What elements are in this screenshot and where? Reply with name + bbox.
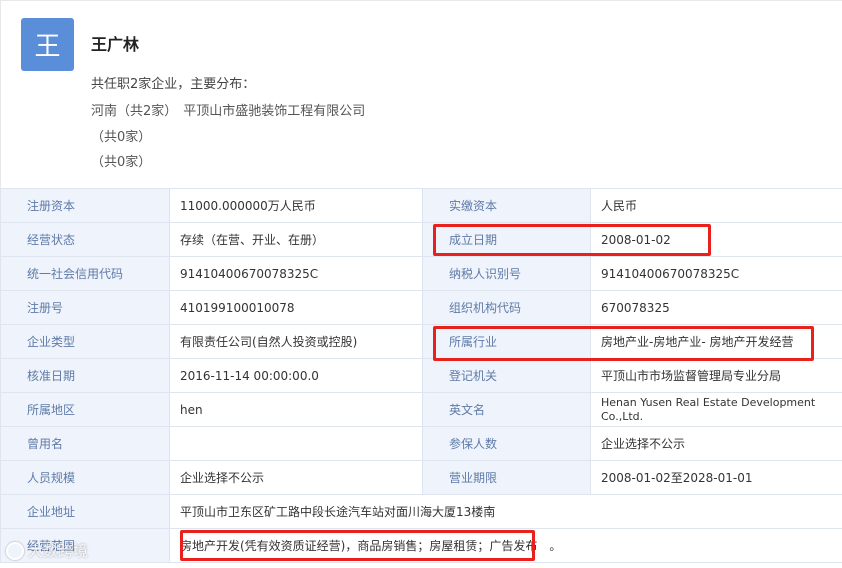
table-row: 曾用名 参保人数 企业选择不公示	[0, 426, 842, 461]
table-row: 核准日期 2016-11-14 00:00:00.0 登记机关 平顶山市市场监督管理局…	[0, 358, 842, 393]
highlight-box-establish-date	[433, 224, 711, 256]
field-value: 有限责任公司(自然人投资或控股)	[169, 324, 423, 359]
company-info-table: 注册资本 11000.000000万人民币 实缴资本 人民币 经营状态 存续（在营、开业、…	[0, 188, 842, 563]
field-value: 平顶山市市场监督管理局专业分局	[590, 358, 842, 393]
scope-tail: 。	[549, 539, 562, 553]
region-item: （共0家）	[91, 126, 151, 145]
field-label: 经营状态	[0, 222, 170, 257]
field-label: 英文名	[422, 392, 591, 427]
address-label: 企业地址	[0, 494, 170, 529]
field-value: 91410400670078325C	[590, 256, 842, 291]
person-summary: 共任职2家企业，主要分布：	[91, 77, 256, 92]
field-value	[169, 426, 423, 461]
field-label: 企业类型	[0, 324, 170, 359]
field-value: 人民币	[590, 188, 842, 223]
watermark-text: 大数跨境	[28, 542, 89, 560]
region-name: （共0家）	[91, 130, 152, 145]
region-name: （共0家）	[91, 155, 152, 170]
field-value: 存续（在营、开业、在册）	[169, 222, 423, 257]
table-row: 人员规模 企业选择不公示 营业期限 2008-01-02至2028-01-01	[0, 460, 842, 495]
field-label: 参保人数	[422, 426, 591, 461]
table-row: 统一社会信用代码 91410400670078325C 纳税人识别号 91410400…	[0, 256, 842, 291]
table-row: 企业地址 平顶山市卫东区矿工路中段长途汽车站对面川海大厦13楼南	[0, 494, 842, 529]
field-label: 纳税人识别号	[422, 256, 591, 291]
avatar: 王	[21, 18, 74, 71]
company-link[interactable]: 平顶山市盛驰装饰工程有限公司	[183, 104, 365, 119]
watermark: 大数跨境	[6, 540, 88, 561]
field-label: 统一社会信用代码	[0, 256, 170, 291]
field-label: 营业期限	[422, 460, 591, 495]
person-card: 王 王广林 共任职2家企业，主要分布： 河南（共2家） 平顶山市盛驰装饰工程有限公…	[0, 0, 842, 190]
highlight-box-industry	[433, 326, 814, 361]
field-value: Henan Yusen Real Estate Development Co.,…	[590, 392, 842, 427]
field-label: 所属地区	[0, 392, 170, 427]
table-row: 注册资本 11000.000000万人民币 实缴资本 人民币	[0, 188, 842, 223]
field-label: 实缴资本	[422, 188, 591, 223]
field-value: 2008-01-02至2028-01-01	[590, 460, 842, 495]
field-value: hen	[169, 392, 423, 427]
field-value: 91410400670078325C	[169, 256, 423, 291]
region-item: （共0家）	[91, 151, 151, 170]
field-label: 曾用名	[0, 426, 170, 461]
field-label: 核准日期	[0, 358, 170, 393]
region-item: 河南（共2家） 平顶山市盛驰装饰工程有限公司	[91, 100, 365, 119]
region-name: 河南（共2家）	[91, 104, 178, 119]
field-label: 注册资本	[0, 188, 170, 223]
field-value: 企业选择不公示	[169, 460, 423, 495]
field-value: 11000.000000万人民币	[169, 188, 423, 223]
field-label: 注册号	[0, 290, 170, 325]
field-label: 组织机构代码	[422, 290, 591, 325]
field-label: 人员规模	[0, 460, 170, 495]
table-row: 经营状态 存续（在营、开业、在册） 成立日期 2008-01-02	[0, 222, 842, 257]
field-value: 2016-11-14 00:00:00.0	[169, 358, 423, 393]
watermark-logo-icon	[6, 541, 24, 560]
person-name[interactable]: 王广林	[91, 31, 139, 55]
field-value: 410199100010078	[169, 290, 423, 325]
field-value: 670078325	[590, 290, 842, 325]
field-value: 企业选择不公示	[590, 426, 842, 461]
table-row: 所属地区 hen 英文名 Henan Yusen Real Estate Develo…	[0, 392, 842, 427]
highlight-box-scope	[180, 530, 535, 561]
address-value: 平顶山市卫东区矿工路中段长途汽车站对面川海大厦13楼南	[169, 494, 842, 529]
table-row: 注册号 410199100010078 组织机构代码 670078325	[0, 290, 842, 325]
field-label: 登记机关	[422, 358, 591, 393]
